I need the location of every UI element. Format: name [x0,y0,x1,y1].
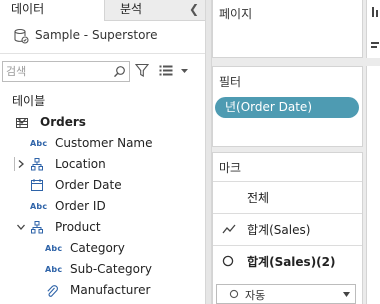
mark-type-label: 자동 [245,289,266,302]
field-label: Sub-Category [70,262,152,276]
field-label: Order ID [55,199,106,213]
list-view-icon[interactable] [159,65,173,76]
line-icon [222,224,236,234]
divider [14,157,15,171]
field-label: Order Date [55,178,122,192]
circle-icon [229,289,239,299]
marks-card: 마크 전체 합계(Sales) 합계(Sales)(2) 자동 [212,152,363,304]
field-product[interactable]: Product [0,218,205,239]
rows-icon [371,42,379,48]
tab-data[interactable]: 데이터 [0,0,104,21]
field-label: Orders [40,115,86,129]
string-type-icon: Abc [45,244,63,253]
marks-title: 마크 [219,161,242,175]
datasource-icon [14,28,29,44]
chevron-down-icon[interactable] [180,66,189,75]
field-location[interactable]: Location [0,155,205,176]
field-label: Customer Name [55,136,153,150]
table-row-orders[interactable]: Orders [0,113,205,134]
field-label: Location [55,157,106,171]
pane-splitter[interactable] [205,0,212,304]
chevron-right-icon[interactable] [16,159,26,169]
datasource-name: Sample - Superstore [35,28,158,42]
filter-pill-order-date[interactable]: 년(Order Date) [215,97,359,118]
field-manufacturer[interactable]: Manufacturer [0,281,205,302]
field-order-id[interactable]: Abc Order ID [0,197,205,218]
columns-shelf-edge[interactable] [366,0,380,58]
tab-analysis[interactable]: 분석 ❮ [104,0,205,21]
filters-title: 필터 [219,75,242,89]
table-icon [16,118,28,128]
calendar-icon [31,179,43,191]
field-label: Product [55,220,101,234]
filters-shelf[interactable]: 필터 년(Order Date) [212,66,363,147]
marks-row-label: 합계(Sales) [247,223,311,237]
field-sub-category[interactable]: Abc Sub-Category [0,260,205,281]
marks-row-all[interactable]: 전체 [213,181,362,212]
filter-icon[interactable] [135,63,149,78]
collapse-pane-icon[interactable]: ❮ [189,0,199,19]
search-icon[interactable] [113,65,126,78]
marks-row-label: 전체 [247,191,270,205]
field-category[interactable]: Abc Category [0,239,205,260]
field-customer-name[interactable]: Abc Customer Name [0,134,205,155]
chevron-down-icon[interactable] [16,222,26,232]
field-label: Category [70,241,125,255]
field-label: Manufacturer [70,283,151,297]
marks-row-sales-2[interactable]: 합계(Sales)(2) [213,245,362,276]
field-order-date[interactable]: Order Date [0,176,205,197]
circle-icon [222,255,234,267]
search-box[interactable] [2,61,130,82]
divider [0,53,205,54]
chevron-down-icon [343,292,350,297]
hierarchy-icon [31,221,43,234]
search-input[interactable] [6,64,110,79]
pages-shelf[interactable]: 페이지 [212,0,363,58]
pages-title: 페이지 [219,7,253,21]
tables-heading: 테이블 [12,94,46,108]
string-type-icon: Abc [30,139,48,148]
tab-analysis-label: 분석 [120,2,143,16]
string-type-icon: Abc [30,202,48,211]
datasource-row[interactable]: Sample - Superstore [0,26,205,48]
view-area-edge [366,66,380,304]
string-type-icon: Abc [45,265,63,274]
hierarchy-icon [31,158,43,171]
columns-icon [372,7,378,17]
paperclip-icon [47,285,58,297]
data-pane: 데이터 분석 ❮ Sample - Superstore 테이블 [0,0,205,304]
marks-row-label: 합계(Sales)(2) [247,255,336,269]
mark-type-dropdown[interactable]: 자동 [216,284,356,304]
marks-row-sales[interactable]: 합계(Sales) [213,213,362,244]
